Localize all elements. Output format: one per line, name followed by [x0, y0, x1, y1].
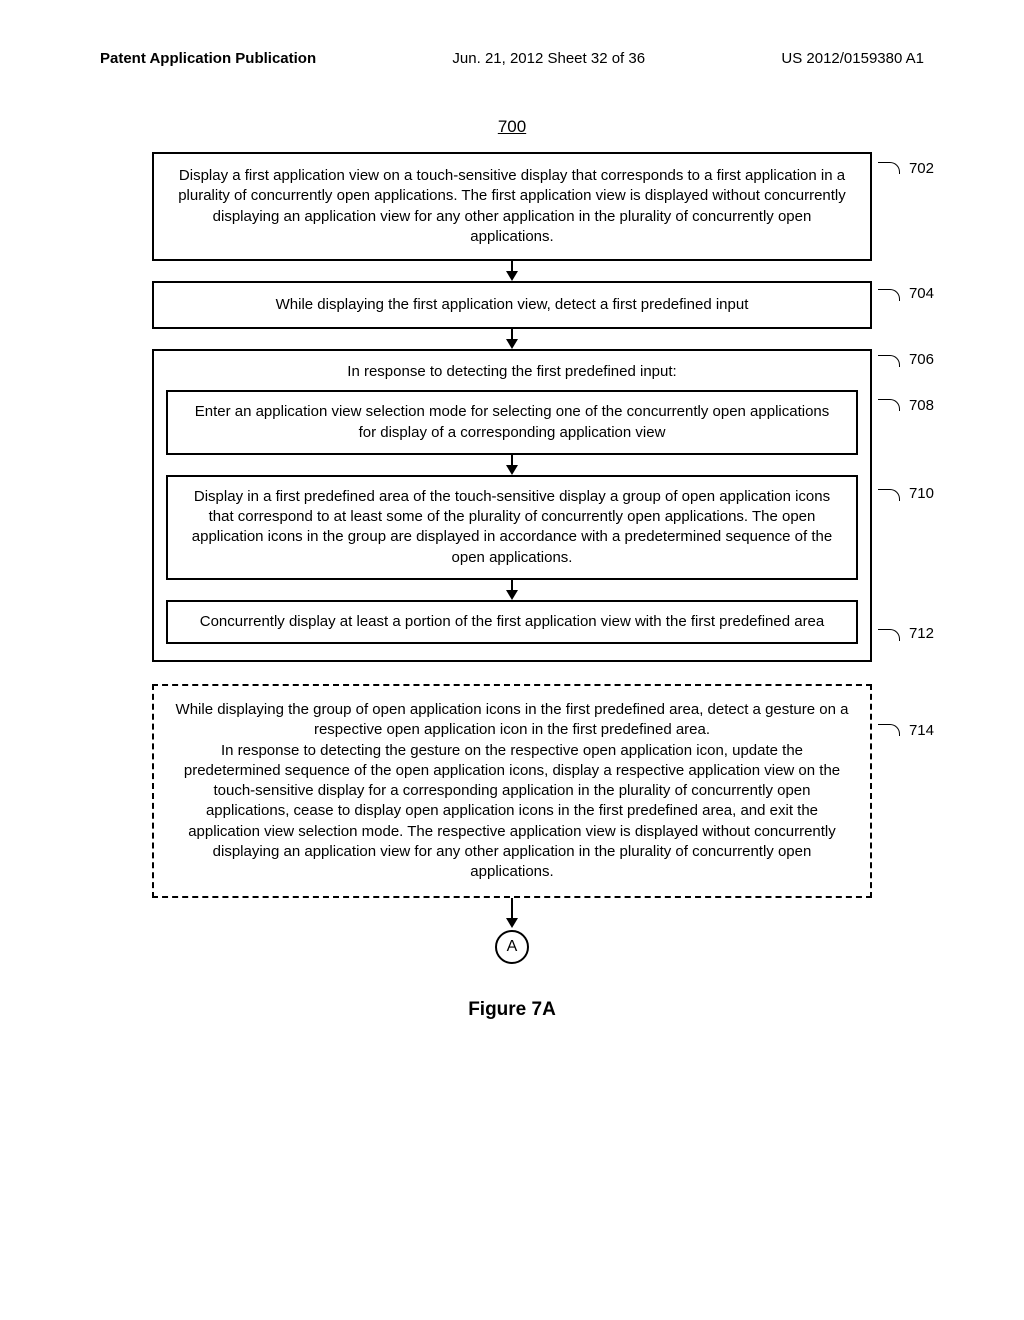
box-708-text: Enter an application view selection mode…: [195, 403, 830, 440]
lead-line-710: [878, 489, 900, 501]
gap-spacer: [152, 662, 872, 684]
header-right: US 2012/0159380 A1: [781, 50, 924, 67]
arrow-708-710: [166, 455, 858, 475]
flow-step-714: While displaying the group of open appli…: [152, 684, 872, 898]
ref-714: 714: [909, 722, 934, 739]
flow-step-702: Display a first application view on a to…: [152, 152, 872, 261]
flow-step-710: Display in a first predefined area of th…: [166, 475, 858, 580]
arrow-702-704: [152, 261, 872, 281]
ref-704: 704: [909, 285, 934, 302]
lead-line-704: [878, 289, 900, 301]
lead-line-714: [878, 724, 900, 736]
box-706-container: In response to detecting the first prede…: [152, 349, 872, 662]
flow-step-708: Enter an application view selection mode…: [166, 390, 858, 455]
box-712: Concurrently display at least a portion …: [166, 600, 858, 644]
box-702: Display a first application view on a to…: [152, 152, 872, 261]
flow-step-706: In response to detecting the first prede…: [152, 349, 872, 662]
box-708: Enter an application view selection mode…: [166, 390, 858, 455]
ref-712: 712: [909, 625, 934, 642]
page-header: Patent Application Publication Jun. 21, …: [60, 50, 964, 67]
ref-702: 702: [909, 160, 934, 177]
figure-number: 700: [152, 117, 872, 137]
box-704-text: While displaying the first application v…: [276, 296, 749, 313]
connector-a: A: [495, 930, 529, 964]
header-left: Patent Application Publication: [100, 50, 316, 67]
ref-708: 708: [909, 397, 934, 414]
lead-line-712: [878, 629, 900, 641]
page-container: Patent Application Publication Jun. 21, …: [0, 0, 1024, 1051]
box-714: While displaying the group of open appli…: [152, 684, 872, 898]
box-712-text: Concurrently display at least a portion …: [200, 613, 825, 630]
box-702-text: Display a first application view on a to…: [178, 167, 846, 245]
ref-706: 706: [909, 351, 934, 368]
box-714-text: While displaying the group of open appli…: [176, 701, 849, 880]
arrow-704-706: [152, 329, 872, 349]
figure-caption: Figure 7A: [152, 999, 872, 1021]
header-center: Jun. 21, 2012 Sheet 32 of 36: [452, 50, 645, 67]
connector-a-label: A: [507, 938, 518, 956]
box-706-title: In response to detecting the first prede…: [166, 363, 858, 380]
arrow-710-712: [166, 580, 858, 600]
box-704: While displaying the first application v…: [152, 281, 872, 329]
lead-line-708: [878, 399, 900, 411]
box-710-text: Display in a first predefined area of th…: [192, 488, 832, 566]
arrow-714-connector: [152, 898, 872, 930]
lead-line-702: [878, 162, 900, 174]
lead-line-706: [878, 355, 900, 367]
flowchart: 700 Display a first application view on …: [152, 117, 872, 1021]
box-710: Display in a first predefined area of th…: [166, 475, 858, 580]
ref-710: 710: [909, 485, 934, 502]
flow-step-704: While displaying the first application v…: [152, 281, 872, 329]
flow-step-712: Concurrently display at least a portion …: [166, 600, 858, 644]
